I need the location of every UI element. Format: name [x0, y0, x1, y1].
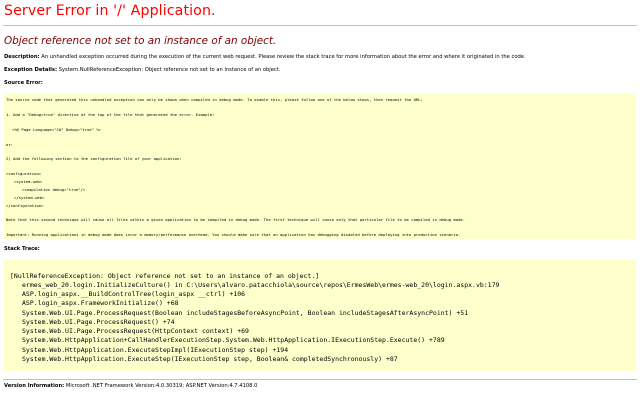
stack-trace-line: System.Web.HttpApplication+CallHandlerEx… [22, 336, 445, 344]
exception-details-label: Exception Details: [4, 67, 58, 73]
source-error-line: <configuration> [6, 171, 42, 176]
description-text: An unhandled exception occurred during t… [39, 54, 526, 60]
stack-trace-line: ASP.login_aspx.__BuildControlTree(login_… [22, 290, 246, 298]
source-error-line: 1. Add a "Debug=true" directive at the t… [6, 112, 215, 117]
exception-details-text: System.NullReferenceException: Object re… [57, 67, 281, 73]
source-error-line: Note that this second technique will cau… [6, 217, 466, 222]
exception-details-line: Exception Details: System.NullReferenceE… [4, 67, 280, 74]
title-divider [3, 25, 637, 26]
source-error-line: or: [6, 142, 14, 147]
error-message: Object reference not set to an instance … [4, 35, 277, 47]
source-error-line: <%@ Page Language="C#" Debug="true" %> [12, 127, 102, 132]
source-error-line: </system.web> [14, 195, 45, 200]
version-information-line: Version Information: Microsoft .NET Fram… [4, 383, 257, 390]
stack-trace-label: Stack Trace: [4, 246, 40, 252]
stack-trace-line: ASP.login_aspx.FrameworkInitialize() +68 [22, 299, 179, 307]
version-information-label: Version Information: [4, 383, 65, 389]
stack-trace-line: ermes_web_20.login.InitializeCulture() i… [22, 281, 500, 289]
footer-divider [3, 379, 637, 380]
stack-trace-line: System.Web.UI.Page.ProcessRequest() +74 [22, 318, 175, 326]
source-error-line: The source code that generated this unha… [6, 97, 423, 102]
source-error-box: The source code that generated this unha… [4, 93, 636, 239]
source-error-line: <system.web> [14, 179, 43, 184]
stack-trace-box: [NullReferenceException: Object referenc… [4, 260, 636, 371]
source-error-line: Important: Running applications in debug… [6, 232, 461, 237]
version-information-text: Microsoft .NET Framework Version:4.0.303… [64, 383, 258, 389]
stack-trace-line: System.Web.UI.Page.ProcessRequest(HttpCo… [22, 327, 249, 335]
error-page: Server Error in '/' Application. Object … [0, 0, 640, 400]
description-label: Description: [4, 54, 40, 60]
stack-trace-line: System.Web.HttpApplication.ExecuteStep(I… [22, 355, 398, 363]
source-error-line: </configuration> [6, 203, 44, 208]
page-title: Server Error in '/' Application. [4, 3, 216, 19]
stack-trace-line: System.Web.HttpApplication.ExecuteStepIm… [22, 346, 289, 354]
source-error-label: Source Error: [4, 80, 43, 86]
source-error-line: <compilation debug="true"/> [22, 187, 86, 192]
description-line: Description: An unhandled exception occu… [4, 54, 526, 61]
stack-trace-line: System.Web.UI.Page.ProcessRequest(Boolea… [22, 309, 469, 317]
source-error-line: 2) Add the following section to the conf… [6, 156, 182, 161]
stack-trace-line: [NullReferenceException: Object referenc… [10, 272, 320, 280]
